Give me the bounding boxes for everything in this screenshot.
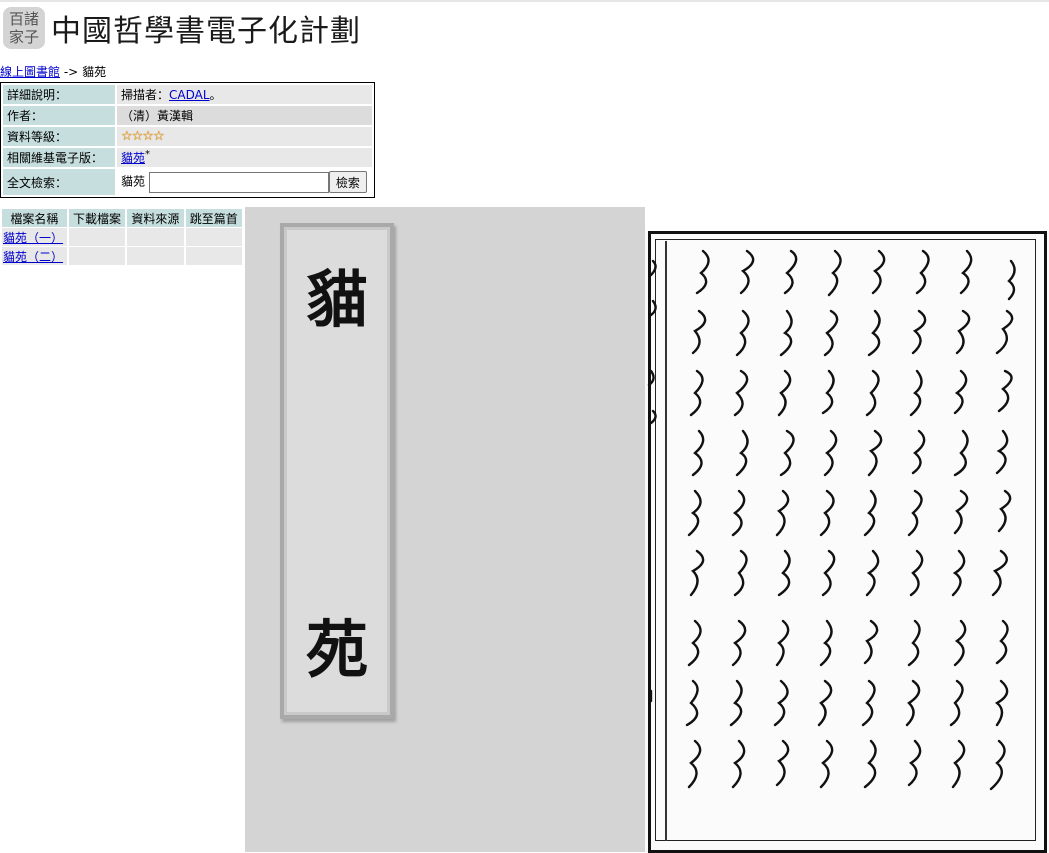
- breadcrumb-current: 貓苑: [82, 65, 107, 79]
- file-name-cell: 貓苑（一）: [2, 228, 67, 246]
- manuscript-page-scan[interactable]: [645, 231, 1049, 853]
- file-table: 檔案名稱 下載檔案 資料來源 跳至篇首 貓苑（一） 貓苑（二）: [0, 208, 244, 266]
- search-cell: 貓苑 檢索: [117, 169, 372, 195]
- book-cover-scan[interactable]: 貓 苑: [245, 207, 645, 852]
- file-name-cell: 貓苑（二）: [2, 247, 67, 265]
- info-row-search: 全文檢索： 貓苑 檢索: [3, 169, 372, 195]
- grade-value: ☆☆☆☆: [117, 127, 372, 146]
- col-source: 資料來源: [127, 209, 184, 227]
- breadcrumb-separator: ->: [63, 65, 79, 79]
- file-link-1[interactable]: 貓苑（一）: [3, 231, 63, 245]
- search-input[interactable]: [148, 171, 329, 193]
- breadcrumb: 線上圖書館 -> 貓苑: [0, 64, 106, 80]
- cadal-link[interactable]: CADAL: [169, 88, 210, 102]
- scanner-prefix: 掃描者：: [121, 88, 170, 102]
- top-border: [0, 0, 1049, 2]
- wiki-link[interactable]: 貓苑: [121, 151, 145, 165]
- wiki-value: 貓苑*: [117, 148, 372, 167]
- source-cell: [127, 228, 184, 246]
- file-link-2[interactable]: 貓苑（二）: [3, 250, 63, 264]
- site-logo[interactable]: 百諸 家子: [3, 7, 45, 49]
- download-cell: [68, 247, 126, 265]
- cover-char-1: 貓: [305, 263, 368, 336]
- grade-label: 資料等級：: [3, 127, 115, 146]
- breadcrumb-library-link[interactable]: 線上圖書館: [0, 65, 60, 79]
- cover-title-label: 貓 苑: [280, 223, 394, 719]
- table-row: 貓苑（二）: [2, 247, 242, 265]
- cover-char-2: 苑: [305, 613, 368, 686]
- file-table-header: 檔案名稱 下載檔案 資料來源 跳至篇首: [2, 209, 242, 227]
- author-value: （清）黃漢輯: [117, 106, 372, 125]
- handwriting-image: [647, 249, 1016, 791]
- info-row-author: 作者： （清）黃漢輯: [3, 106, 372, 125]
- info-row-wiki: 相關維基電子版： 貓苑*: [3, 148, 372, 167]
- author-label: 作者：: [3, 106, 115, 125]
- wiki-asterisk: *: [145, 149, 151, 160]
- detail-value: 掃描者：CADAL。: [117, 85, 372, 104]
- col-file-name: 檔案名稱: [2, 209, 67, 227]
- wiki-label: 相關維基電子版：: [3, 148, 115, 167]
- source-cell: [127, 247, 184, 265]
- search-label: 全文檢索：: [3, 169, 115, 195]
- detail-suffix: 。: [209, 88, 222, 102]
- detail-label: 詳細說明：: [3, 85, 115, 104]
- jump-cell: [185, 247, 242, 265]
- download-cell: [68, 228, 126, 246]
- search-scope: 貓苑: [121, 174, 146, 189]
- site-title[interactable]: 中國哲學書電子化計劃: [51, 10, 361, 54]
- info-row-detail: 詳細說明： 掃描者：CADAL。: [3, 85, 372, 104]
- logo-line-2: 家子: [8, 28, 39, 46]
- col-jump: 跳至篇首: [185, 209, 242, 227]
- rating-stars-icon: ☆☆☆☆: [121, 129, 165, 144]
- search-button[interactable]: 檢索: [328, 171, 367, 193]
- logo-line-1: 百諸: [8, 10, 39, 28]
- col-download: 下載檔案: [68, 209, 126, 227]
- book-info-table: 詳細說明： 掃描者：CADAL。 作者： （清）黃漢輯 資料等級： ☆☆☆☆ 相…: [0, 82, 375, 198]
- jump-cell: [185, 228, 242, 246]
- table-row: 貓苑（一）: [2, 228, 242, 246]
- info-row-grade: 資料等級： ☆☆☆☆: [3, 127, 372, 146]
